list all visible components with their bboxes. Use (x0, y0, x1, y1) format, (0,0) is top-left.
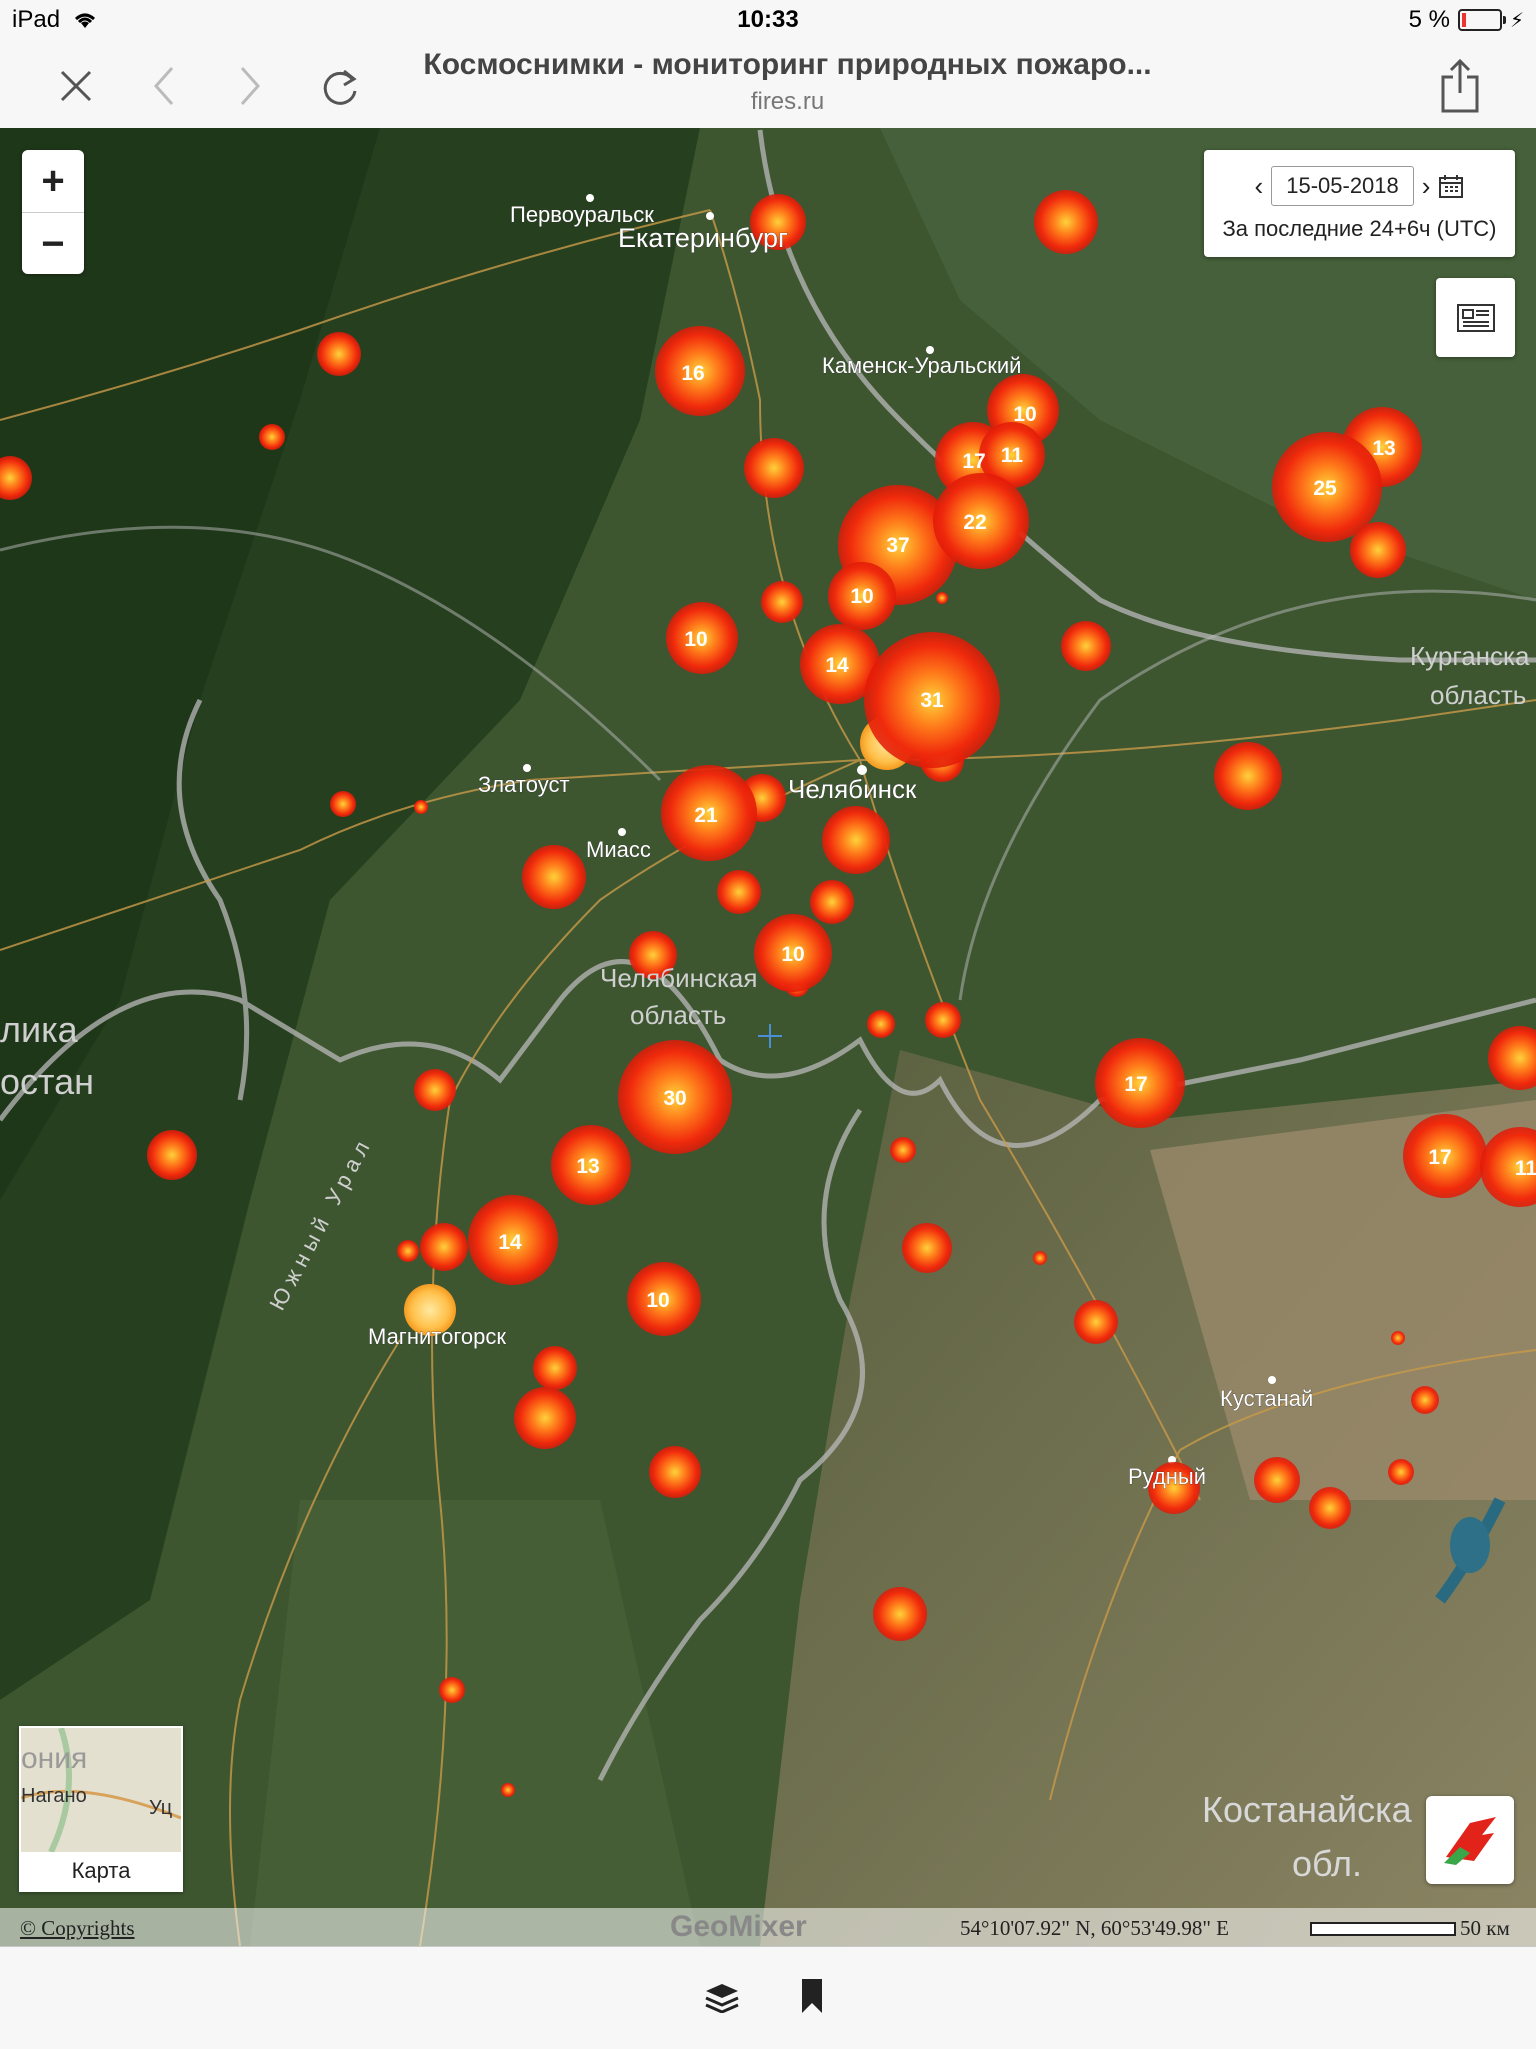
fire-count-label[interactable]: 17 (1124, 1073, 1147, 1096)
news-icon (1456, 303, 1495, 332)
place-label: Каменск-Уральский (822, 353, 1021, 378)
geomixer-logo: GeoMixer (670, 1910, 807, 1943)
battery-percent: 5 % (1408, 6, 1450, 33)
minimap-text: Уц (149, 1797, 172, 1819)
fire-count-label[interactable]: 37 (886, 534, 909, 557)
zoom-in-button[interactable]: + (22, 150, 84, 213)
forward-button[interactable] (222, 58, 278, 114)
zoom-control: + − (22, 150, 84, 274)
region-label: остан (0, 1061, 94, 1102)
place-label: Кустанай (1220, 1386, 1313, 1411)
minimap-text: Нагано (21, 1785, 87, 1807)
minimap-preview: ония Нагано Уц (21, 1728, 181, 1854)
browser-toolbar: Космоснимки - мониторинг природных пожар… (0, 40, 1536, 129)
close-icon (60, 70, 92, 102)
region-label: обл. (1292, 1843, 1362, 1884)
share-button[interactable] (1432, 58, 1488, 114)
region-label: область (630, 1000, 726, 1030)
logo-icon (1444, 1817, 1496, 1865)
region-label: Курганска (1410, 641, 1530, 671)
minimap-text: ония (21, 1742, 87, 1775)
place-label: Магнитогорск (368, 1324, 506, 1349)
fire-count-label[interactable]: 22 (963, 511, 986, 534)
scale-bar (1310, 1922, 1456, 1936)
layers-button[interactable] (1436, 278, 1515, 357)
fire-count-label[interactable]: 10 (1013, 403, 1036, 426)
copyrights-link[interactable]: © Copyrights (20, 1916, 135, 1941)
fire-count-label[interactable]: 17 (962, 450, 985, 473)
chevron-left-icon (153, 67, 174, 105)
place-label: Миасс (586, 837, 651, 862)
fire-count-label[interactable]: 10 (646, 1289, 669, 1312)
bottom-toolbar (0, 1946, 1536, 2049)
fire-count-label[interactable]: 21 (694, 804, 718, 827)
calendar-icon[interactable] (1438, 173, 1464, 199)
battery-icon (1457, 9, 1506, 31)
region-label: область (1430, 680, 1526, 710)
scale-label: 50 км (1460, 1916, 1510, 1940)
page-url[interactable]: fires.ru (300, 88, 1275, 116)
chevron-right-icon (240, 67, 261, 105)
fire-count-label[interactable]: 30 (663, 1087, 686, 1110)
chevron-right-icon[interactable]: › (1422, 171, 1431, 202)
page-title: Космоснимки - мониторинг природных пожар… (423, 48, 1152, 81)
status-bar: iPad 10:33 5 % ⚡ (0, 0, 1536, 40)
fire-count-label[interactable]: 16 (681, 362, 704, 385)
zoom-out-button[interactable]: − (22, 213, 84, 275)
basemap-label: Карта (21, 1852, 181, 1890)
close-button[interactable] (48, 58, 104, 114)
fire-count-label[interactable]: 11 (1001, 444, 1024, 467)
basemap-switcher[interactable]: ония Нагано Уц Карта (19, 1726, 183, 1892)
fire-count-label[interactable]: 10 (781, 943, 804, 966)
layers-icon[interactable] (704, 1981, 740, 2013)
fire-count-label[interactable]: 10 (684, 628, 707, 651)
fire-count-label[interactable]: 25 (1313, 477, 1337, 500)
fire-count-label[interactable]: 14 (498, 1231, 522, 1254)
fire-count-label[interactable]: 10 (850, 585, 873, 608)
map-canvas[interactable]: 16 10 17 11 13 25 37 22 10 10 14 31 21 1… (0, 128, 1536, 1946)
fire-count-label[interactable]: 13 (576, 1155, 599, 1178)
fire-count-label[interactable]: 14 (825, 654, 849, 677)
place-label: Екатеринбург (618, 223, 788, 253)
satellite-map[interactable]: 16 10 17 11 13 25 37 22 10 10 14 31 21 1… (0, 128, 1536, 1946)
place-label: Челябинск (788, 774, 917, 804)
clock: 10:33 (737, 6, 799, 33)
chevron-left-icon[interactable]: ‹ (1255, 171, 1264, 202)
map-footer: © Copyrights GeoMixer 54°10'07.92" N, 60… (0, 1908, 1536, 1946)
period-label: За последние 24+6ч (UTC) (1222, 216, 1497, 241)
date-field[interactable]: 15-05-2018 (1271, 166, 1414, 206)
back-button[interactable] (136, 58, 192, 114)
fire-count-label[interactable]: 13 (1372, 437, 1395, 460)
date-picker-panel: ‹ 15-05-2018 › За последние 24+6ч (UTC) (1204, 150, 1515, 257)
coordinates-readout: 54°10'07.92" N, 60°53'49.98" E (960, 1916, 1230, 1940)
region-label: Челябинская (600, 963, 757, 993)
charging-icon: ⚡ (1509, 9, 1524, 32)
fire-count-label[interactable]: 31 (920, 689, 944, 712)
place-label: Рудный (1128, 1464, 1206, 1489)
share-icon (1441, 59, 1479, 113)
region-label: лика (0, 1009, 79, 1050)
scanex-logo[interactable] (1426, 1796, 1514, 1884)
place-label: Златоуст (478, 772, 570, 797)
bookmark-icon[interactable] (800, 1977, 824, 2015)
region-label: Костанайска (1202, 1789, 1413, 1830)
fire-count-label[interactable]: 17 (1428, 1146, 1451, 1169)
fire-count-label[interactable]: 11 (1515, 1157, 1536, 1180)
